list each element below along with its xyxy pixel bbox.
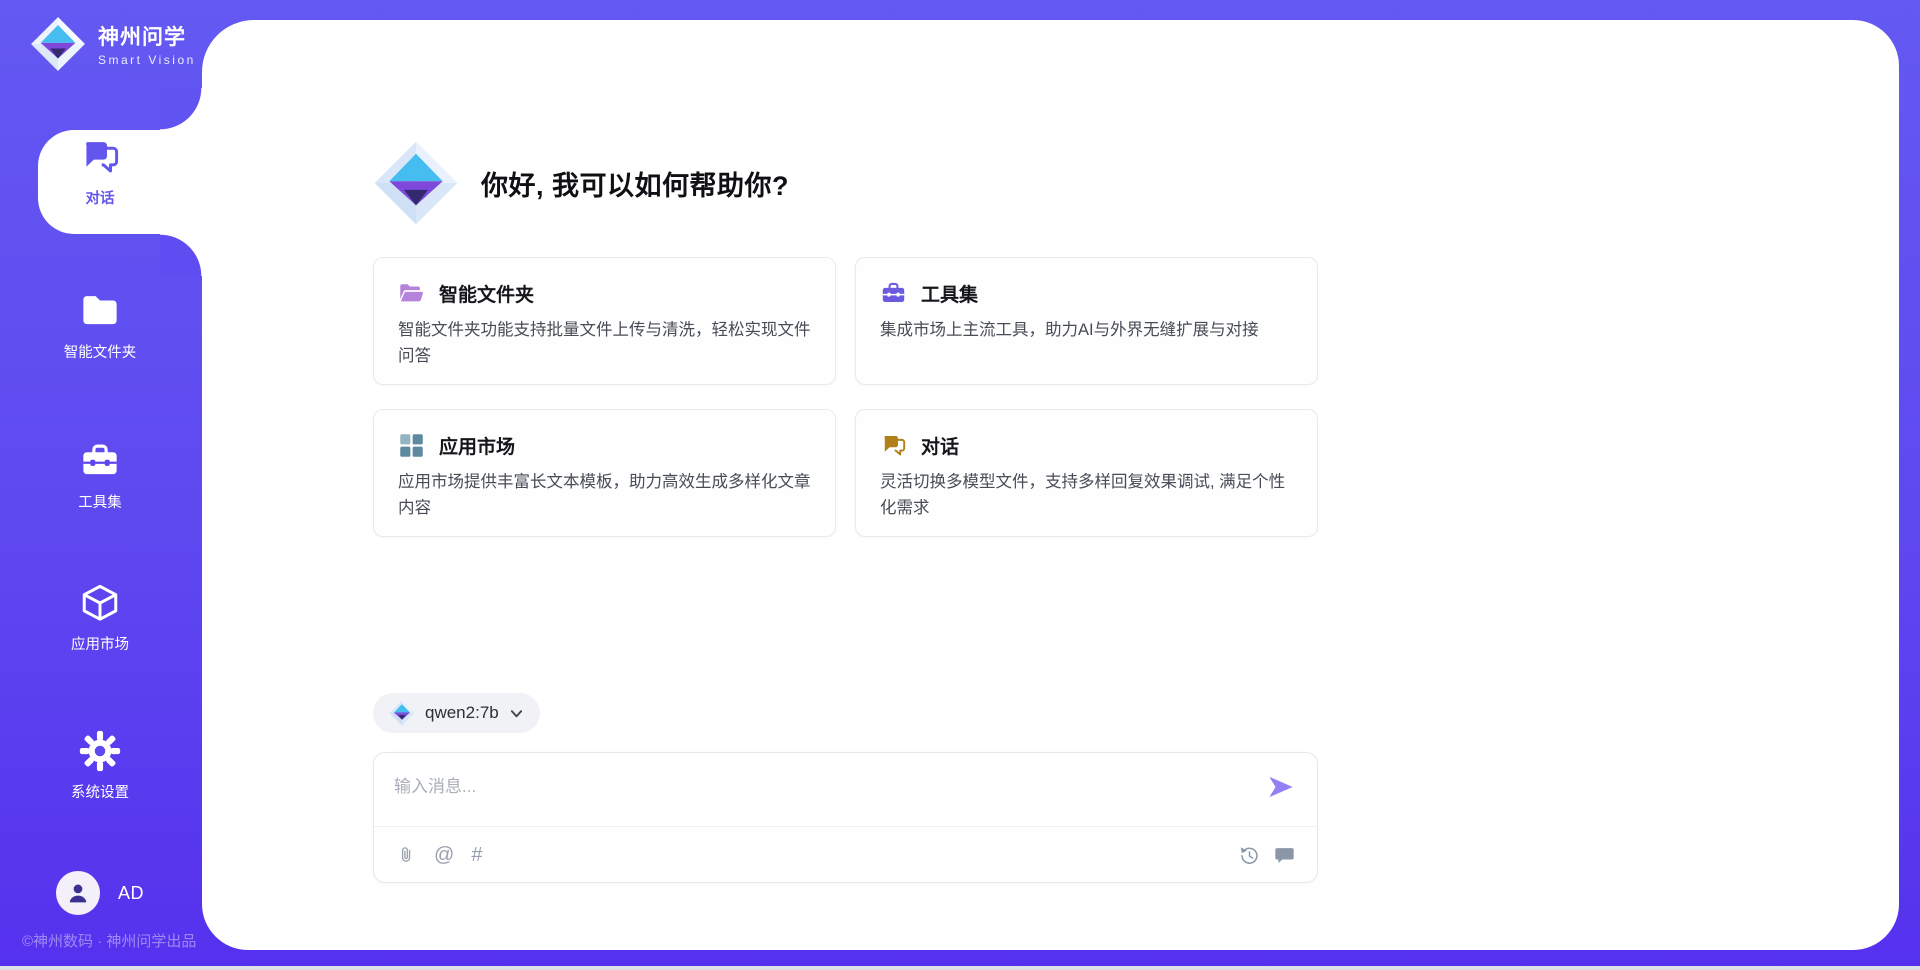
card-description: 应用市场提供丰富长文本模板，助力高效生成多样化文章内容 (398, 470, 811, 521)
sidebar-item-toolset[interactable]: 工具集 (35, 440, 165, 512)
blob-curve-bottom (160, 234, 202, 276)
message-composer: @ # (373, 752, 1318, 883)
greeting-title: 你好, 我可以如何帮助你? (481, 164, 789, 203)
send-button[interactable] (1267, 773, 1295, 801)
sidebar-item-label: 对话 (86, 187, 115, 208)
model-diamond-icon (389, 700, 415, 726)
model-selector[interactable]: qwen2:7b (373, 693, 540, 733)
attach-file-button[interactable] (396, 845, 417, 866)
new-conversation-button[interactable] (1274, 845, 1295, 866)
assistant-diamond-icon (373, 140, 459, 226)
mention-button[interactable]: @ (434, 845, 454, 865)
user-profile[interactable]: AD (56, 871, 144, 915)
sidebar-item-label: 系统设置 (71, 781, 129, 802)
card-title: 工具集 (921, 280, 978, 307)
history-icon (1239, 845, 1260, 866)
person-icon (64, 879, 92, 907)
brand-logo: 神州问学 Smart Vision (30, 16, 196, 72)
greeting: 你好, 我可以如何帮助你? (373, 140, 789, 226)
brand-diamond-icon (30, 16, 86, 72)
card-description: 智能文件夹功能支持批量文件上传与清洗，轻松实现文件问答 (398, 318, 811, 369)
card-chat[interactable]: 对话 灵活切换多模型文件，支持多样回复效果调试, 满足个性化需求 (855, 409, 1318, 537)
chevron-down-icon (509, 706, 524, 721)
folder-open-icon (398, 280, 425, 307)
user-name: AD (118, 883, 144, 904)
sidebar-item-app-market[interactable]: 应用市场 (35, 582, 165, 654)
card-description: 灵活切换多模型文件，支持多样回复效果调试, 满足个性化需求 (880, 470, 1293, 521)
sidebar-footer-text: ©神州数码 · 神州问学出品 (22, 930, 196, 951)
feature-cards: 智能文件夹 智能文件夹功能支持批量文件上传与清洗，轻松实现文件问答 工具集 集成… (373, 257, 1318, 537)
card-toolset[interactable]: 工具集 集成市场上主流工具，助力AI与外界无缝扩展与对接 (855, 257, 1318, 385)
app-root: 神州问学 Smart Vision 对话 智能文件夹 工具集 (0, 0, 1920, 970)
paperclip-icon (396, 845, 417, 866)
history-button[interactable] (1239, 845, 1260, 866)
model-name: qwen2:7b (425, 703, 499, 723)
comment-icon (1274, 845, 1295, 866)
chat-icon (79, 136, 121, 178)
folder-icon (79, 290, 121, 332)
card-smart-folder[interactable]: 智能文件夹 智能文件夹功能支持批量文件上传与清洗，轻松实现文件问答 (373, 257, 836, 385)
toolbox-icon (880, 280, 907, 307)
brand-subtitle: Smart Vision (98, 53, 196, 67)
sidebar-item-smart-folder[interactable]: 智能文件夹 (35, 290, 165, 362)
bottom-edge-strip (0, 966, 1920, 970)
sidebar-item-chat[interactable]: 对话 (35, 136, 165, 208)
chat-icon (880, 432, 907, 459)
sidebar-item-label: 工具集 (78, 491, 122, 512)
grid-icon (398, 432, 425, 459)
toolbox-icon (79, 440, 121, 482)
topic-button[interactable]: # (471, 845, 482, 865)
card-title: 智能文件夹 (439, 280, 534, 307)
brand-name: 神州问学 (98, 21, 196, 51)
card-title: 对话 (921, 432, 959, 459)
sidebar-item-settings[interactable]: 系统设置 (35, 730, 165, 802)
composer-toolbar: @ # (374, 827, 1317, 883)
card-title: 应用市场 (439, 432, 515, 459)
blob-curve-top (160, 88, 202, 130)
avatar (56, 871, 100, 915)
gear-icon (79, 730, 121, 772)
card-description: 集成市场上主流工具，助力AI与外界无缝扩展与对接 (880, 318, 1293, 344)
sidebar-item-label: 应用市场 (71, 633, 129, 654)
card-app-market[interactable]: 应用市场 应用市场提供丰富长文本模板，助力高效生成多样化文章内容 (373, 409, 836, 537)
cube-icon (79, 582, 121, 624)
message-input[interactable] (394, 767, 1234, 807)
sidebar-item-label: 智能文件夹 (64, 341, 137, 362)
